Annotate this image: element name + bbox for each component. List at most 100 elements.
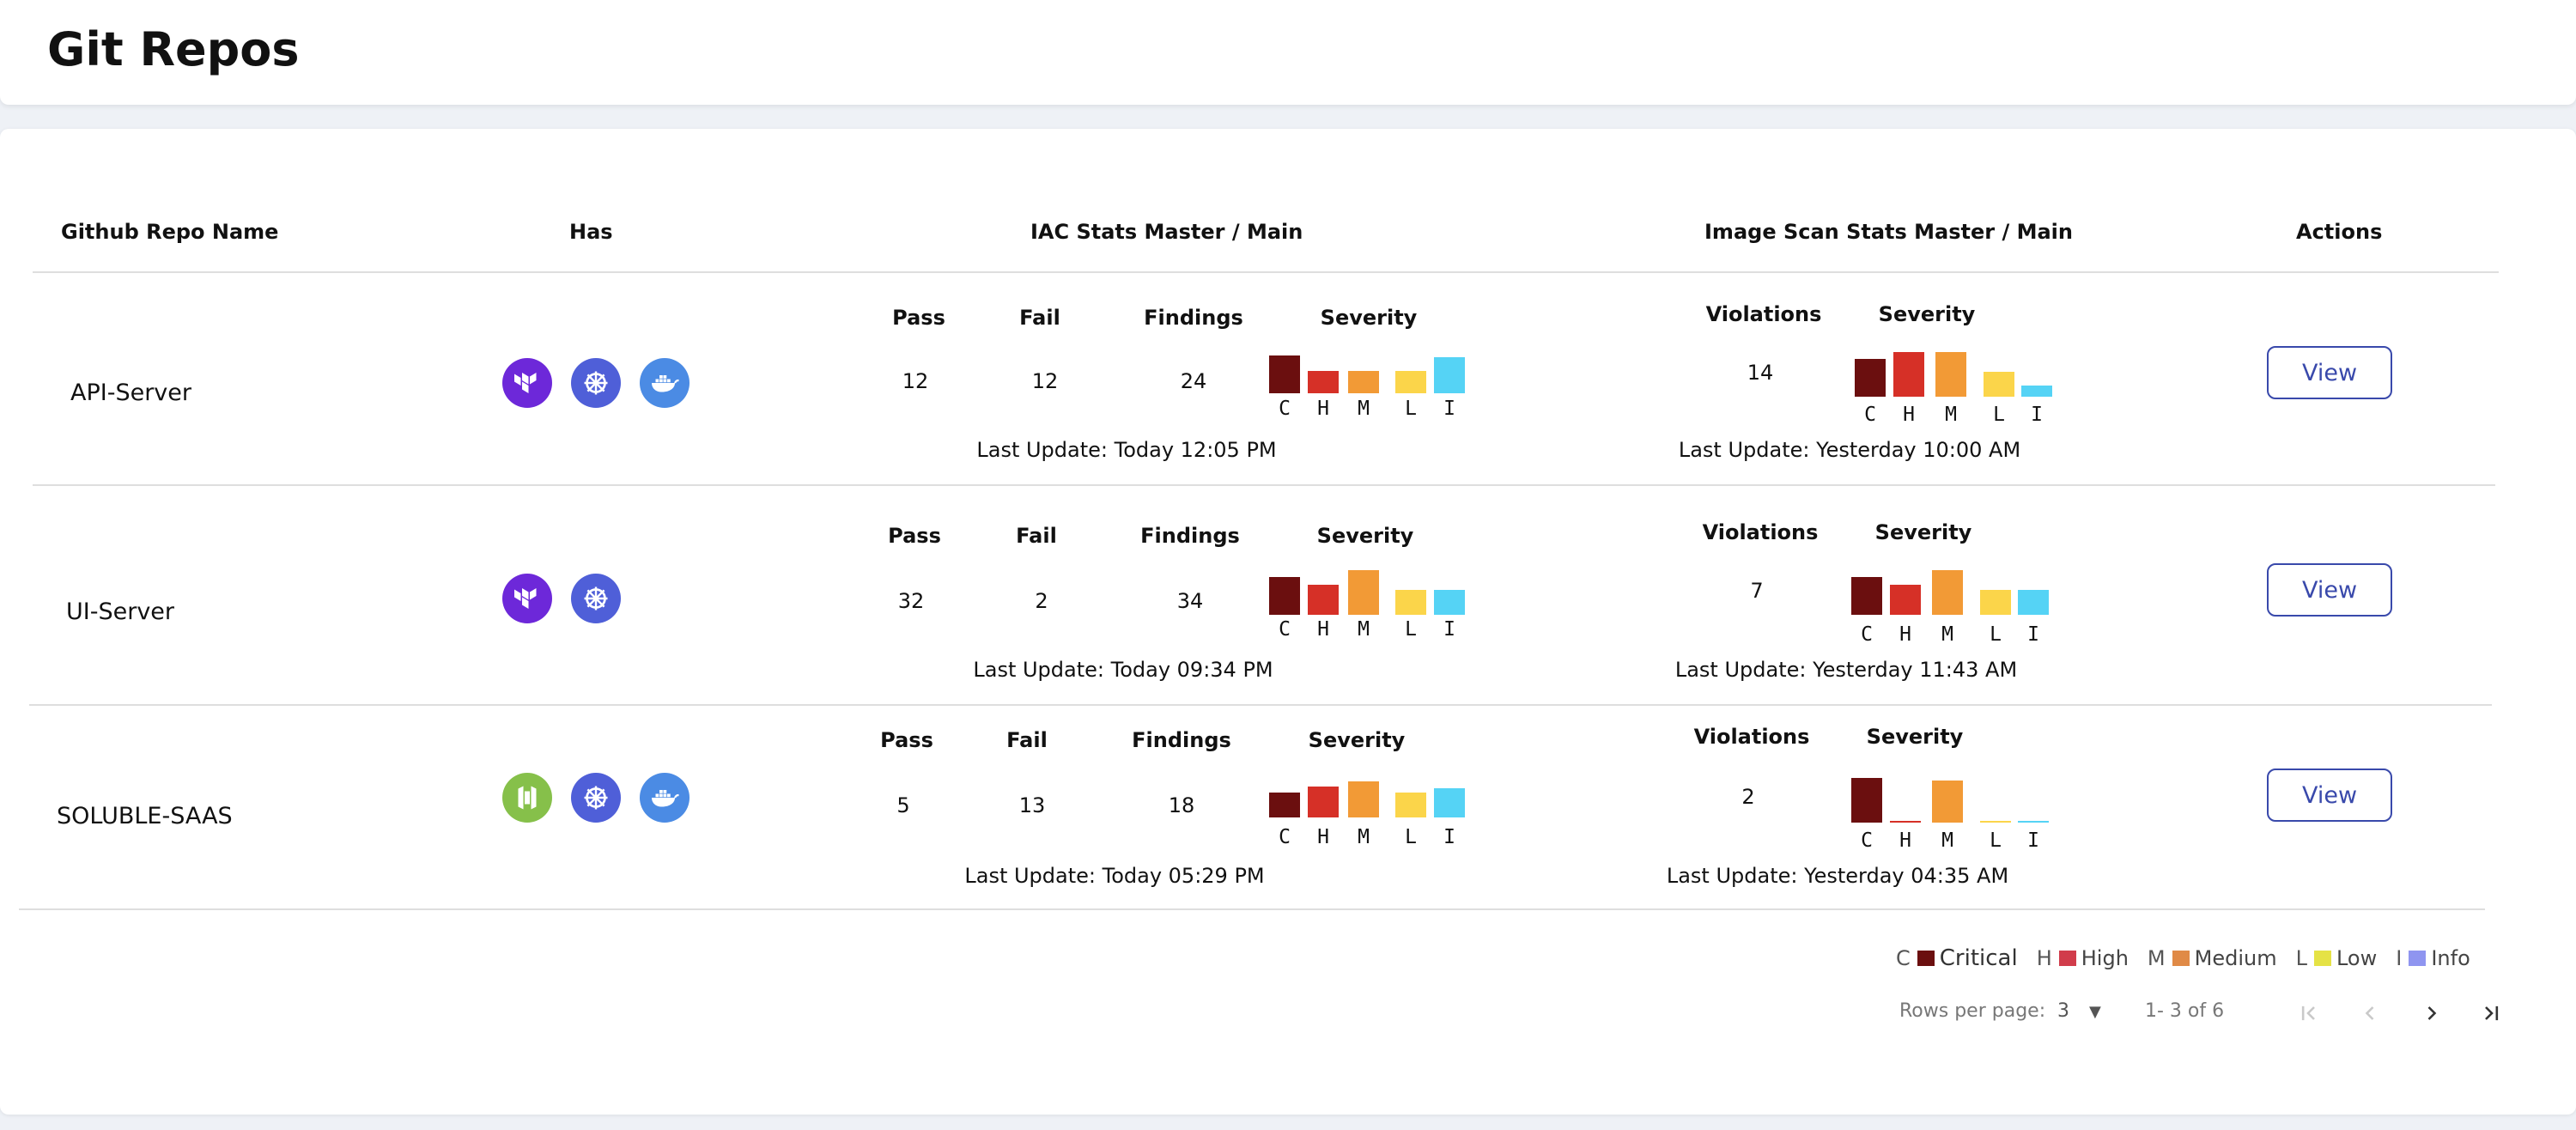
rows-per-page-value: 3 bbox=[2057, 1000, 2069, 1022]
legend-swatch-medium bbox=[2172, 951, 2190, 966]
iac-severity-bar bbox=[1434, 590, 1465, 615]
previous-page-button[interactable] bbox=[2353, 996, 2387, 1030]
column-header-has[interactable]: Has bbox=[569, 220, 613, 244]
image-severity-bar-label: I bbox=[2027, 829, 2039, 852]
iac-severity-bar bbox=[1395, 793, 1426, 817]
next-page-button[interactable] bbox=[2415, 996, 2449, 1030]
image-last-update: Last Update: Yesterday 04:35 AM bbox=[1666, 864, 2009, 888]
image-severity-bar-label: M bbox=[1941, 623, 1953, 646]
iac-severity-bar bbox=[1395, 371, 1426, 393]
legend-label-info: Info bbox=[2431, 946, 2470, 970]
image-severity-label: Severity bbox=[1874, 520, 1972, 544]
legend-label-high: High bbox=[2081, 946, 2129, 970]
image-severity-label: Severity bbox=[1866, 725, 1964, 749]
violations-value: 7 bbox=[1750, 579, 1764, 603]
last-page-button[interactable] bbox=[2475, 996, 2509, 1030]
repo-name: SOLUBLE-SAAS bbox=[57, 803, 233, 829]
image-severity-bar bbox=[1890, 585, 1921, 615]
image-severity-label: Severity bbox=[1878, 302, 1976, 326]
docker-icon bbox=[640, 773, 690, 823]
iac-severity-bar bbox=[1348, 781, 1379, 817]
pass-label: Pass bbox=[888, 524, 941, 548]
image-severity-bar-label: C bbox=[1861, 623, 1873, 646]
docker-icon bbox=[640, 358, 690, 408]
rows-per-page-select[interactable]: 3 ▼ bbox=[2057, 1000, 2101, 1022]
iac-severity-label: Severity bbox=[1320, 306, 1418, 330]
column-header-image[interactable]: Image Scan Stats Master / Main bbox=[1704, 220, 2073, 244]
legend-label-medium: Medium bbox=[2194, 946, 2277, 970]
image-severity-bar bbox=[1893, 352, 1924, 397]
image-severity-bar-label: C bbox=[1861, 829, 1873, 852]
iac-severity-bar bbox=[1348, 570, 1379, 615]
terraform-icon bbox=[502, 358, 552, 408]
fail-value: 13 bbox=[1018, 793, 1046, 817]
legend-letter: I bbox=[2396, 946, 2403, 970]
first-page-button[interactable] bbox=[2291, 996, 2325, 1030]
last-page-icon bbox=[2485, 1005, 2499, 1021]
view-button[interactable]: View bbox=[2267, 769, 2392, 822]
image-severity-bar bbox=[1980, 590, 2011, 615]
legend-swatch-critical bbox=[1917, 951, 1935, 966]
violations-label: Violations bbox=[1705, 302, 1822, 326]
iac-severity-bar bbox=[1269, 793, 1300, 817]
iac-severity-bar bbox=[1308, 787, 1339, 817]
fail-value: 2 bbox=[1035, 589, 1048, 613]
legend-label-critical: Critical bbox=[1939, 945, 2018, 971]
findings-value: 24 bbox=[1180, 369, 1207, 393]
legend-letter: H bbox=[2036, 946, 2052, 970]
pass-label: Pass bbox=[892, 306, 945, 330]
iac-severity-bar bbox=[1395, 590, 1426, 615]
pass-label: Pass bbox=[880, 728, 933, 752]
iac-severity-bar-label: L bbox=[1405, 618, 1417, 641]
findings-value: 34 bbox=[1176, 589, 1204, 613]
fail-label: Fail bbox=[1006, 728, 1048, 752]
image-last-update: Last Update: Yesterday 11:43 AM bbox=[1674, 658, 2018, 682]
image-severity-bar-label: H bbox=[1899, 829, 1911, 852]
violations-label: Violations bbox=[1693, 725, 1810, 749]
image-severity-bar bbox=[1932, 570, 1963, 615]
iac-last-update: Last Update: Today 05:29 PM bbox=[964, 864, 1265, 888]
image-severity-bar-label: I bbox=[2027, 623, 2039, 646]
image-severity-bar bbox=[1890, 821, 1921, 823]
legend-swatch-info bbox=[2409, 951, 2427, 966]
legend-letter: L bbox=[2295, 946, 2307, 970]
image-severity-bar-label: C bbox=[1864, 404, 1876, 426]
iac-severity-bar bbox=[1308, 585, 1339, 615]
page-header: Git Repos bbox=[0, 0, 2576, 105]
legend-swatch-high bbox=[2058, 951, 2076, 966]
kubernetes-icon bbox=[571, 358, 621, 408]
image-severity-bar-label: H bbox=[1903, 404, 1915, 426]
image-severity-bar bbox=[2018, 590, 2049, 615]
pagination-range: 1- 3 of 6 bbox=[2145, 1000, 2225, 1022]
row-divider bbox=[33, 484, 2495, 486]
iac-severity-bar-label: H bbox=[1317, 618, 1329, 641]
fail-label: Fail bbox=[1016, 524, 1057, 548]
image-severity-bar-label: L bbox=[1990, 623, 2002, 646]
legend-label-low: Low bbox=[2336, 946, 2378, 970]
findings-label: Findings bbox=[1140, 524, 1240, 548]
kubernetes-icon bbox=[571, 773, 621, 823]
iac-severity-bar-label: H bbox=[1317, 826, 1329, 848]
findings-value: 18 bbox=[1168, 793, 1195, 817]
view-button[interactable]: View bbox=[2267, 563, 2392, 617]
iac-severity-bar-label: L bbox=[1405, 826, 1417, 848]
view-button[interactable]: View bbox=[2267, 346, 2392, 399]
pass-value: 12 bbox=[902, 369, 929, 393]
legend-letter: C bbox=[1896, 946, 1911, 970]
legend-letter: M bbox=[2147, 946, 2166, 970]
column-header-iac[interactable]: IAC Stats Master / Main bbox=[1030, 220, 1303, 244]
image-severity-bar bbox=[2021, 386, 2052, 397]
fail-value: 12 bbox=[1031, 369, 1059, 393]
column-header-repo[interactable]: Github Repo Name bbox=[61, 220, 278, 244]
image-severity-bar-label: I bbox=[2031, 404, 2043, 426]
iac-severity-bar-label: I bbox=[1443, 398, 1455, 420]
first-page-icon bbox=[2301, 1005, 2315, 1021]
image-severity-bar-label: M bbox=[1945, 404, 1957, 426]
column-header-actions: Actions bbox=[2296, 220, 2383, 244]
violations-value: 2 bbox=[1741, 785, 1755, 809]
iac-severity-bar bbox=[1269, 355, 1300, 393]
iac-severity-bar-label: C bbox=[1279, 618, 1291, 641]
image-severity-bar bbox=[1935, 352, 1966, 397]
iac-severity-bar-label: M bbox=[1358, 398, 1370, 420]
iac-severity-bar-label: C bbox=[1279, 398, 1291, 420]
